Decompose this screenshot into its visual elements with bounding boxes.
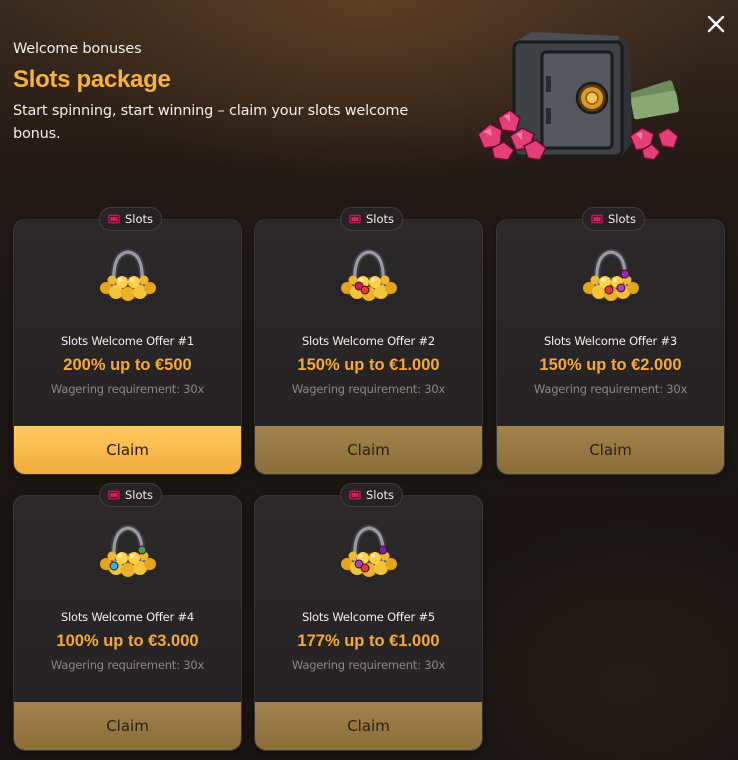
category-tag-label: Slots — [366, 212, 395, 226]
offer-amount: 200% up to €500 — [63, 356, 192, 374]
claim-button[interactable]: Claim — [14, 702, 241, 750]
horseshoe-gold-icon — [579, 240, 643, 304]
offer-card: Slots Welcome Offer #3 150% up to €2.000 W… — [496, 219, 725, 475]
category-tag-label: Slots — [125, 212, 154, 226]
slots-icon — [348, 488, 362, 502]
page-title: Slots package — [13, 66, 171, 93]
horseshoe-gold-icon — [337, 240, 401, 304]
category-tag-label: Slots — [608, 212, 637, 226]
offer-amount: 177% up to €1.000 — [297, 632, 440, 650]
offer-card: Slots Welcome Offer #1 200% up to €500 Wag… — [13, 219, 242, 475]
wagering-requirement: Wagering requirement: 30x — [50, 658, 205, 672]
offer-name: Slots Welcome Offer #4 — [60, 610, 195, 624]
category-tag-label: Slots — [125, 488, 154, 502]
offer-name: Slots Welcome Offer #3 — [543, 334, 678, 348]
slots-icon — [590, 212, 604, 226]
close-icon — [707, 15, 725, 33]
offer-name: Slots Welcome Offer #1 — [60, 334, 195, 348]
slots-icon — [348, 212, 362, 226]
category-tag: Slots — [99, 207, 163, 231]
wagering-requirement: Wagering requirement: 30x — [50, 382, 205, 396]
horseshoe-gold-icon — [96, 240, 160, 304]
slots-icon — [107, 488, 121, 502]
offer-card: Slots Welcome Offer #5 177% up to €1.000 W… — [254, 495, 483, 751]
page-subtitle: Start spinning, start winning – claim yo… — [13, 103, 409, 142]
offer-amount: 150% up to €1.000 — [297, 356, 440, 374]
category-tag: Slots — [582, 207, 646, 231]
offer-amount: 150% up to €2.000 — [539, 356, 682, 374]
offer-amount: 100% up to €3.000 — [56, 632, 199, 650]
offer-card: Slots Welcome Offer #4 100% up to €3.000 W… — [13, 495, 242, 751]
category-tag: Slots — [340, 207, 404, 231]
wagering-requirement: Wagering requirement: 30x — [533, 382, 688, 396]
claim-button[interactable]: Claim — [255, 426, 482, 474]
offer-card: Slots Welcome Offer #2 150% up to €1.000 W… — [254, 219, 483, 475]
claim-button[interactable]: Claim — [14, 426, 241, 474]
wagering-requirement: Wagering requirement: 30x — [291, 658, 446, 672]
bonus-header: Welcome bonuses Slots package Start spin… — [13, 41, 433, 146]
section-eyebrow: Welcome bonuses — [13, 41, 142, 57]
category-tag-label: Slots — [366, 488, 395, 502]
close-button[interactable] — [704, 12, 728, 36]
horseshoe-gold-icon — [96, 516, 160, 580]
offer-name: Slots Welcome Offer #2 — [301, 334, 436, 348]
offer-name: Slots Welcome Offer #5 — [301, 610, 436, 624]
slots-icon — [107, 212, 121, 226]
safe-hero-image — [477, 32, 680, 161]
category-tag: Slots — [340, 483, 404, 507]
wagering-requirement: Wagering requirement: 30x — [291, 382, 446, 396]
category-tag: Slots — [99, 483, 163, 507]
claim-button[interactable]: Claim — [497, 426, 724, 474]
horseshoe-gold-icon — [337, 516, 401, 580]
claim-button[interactable]: Claim — [255, 702, 482, 750]
